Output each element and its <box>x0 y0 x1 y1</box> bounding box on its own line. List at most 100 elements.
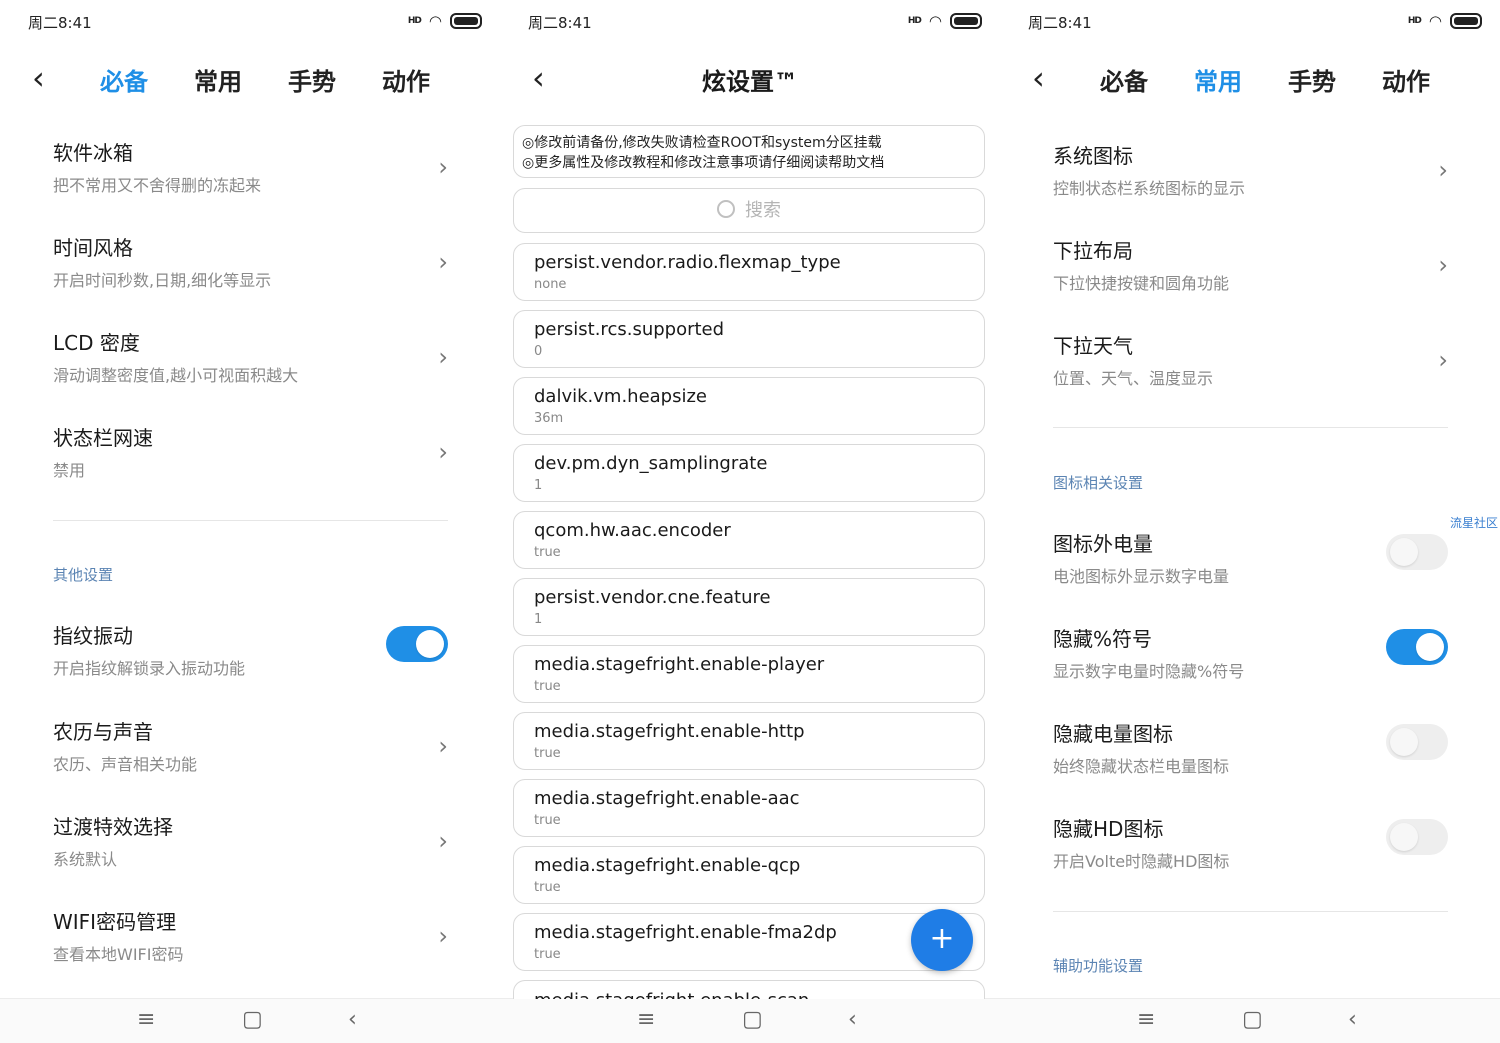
battery-outside-toggle[interactable] <box>1386 534 1448 570</box>
settings-item-wifi-passwords[interactable]: WIFI密码管理 查看本地WIFI密码 › <box>53 906 448 986</box>
signal-icon: HD <box>407 16 422 26</box>
prop-key: qcom.hw.aac.encoder <box>534 520 731 541</box>
section-header-icons: 图标相关设置 <box>1053 474 1144 492</box>
settings-item-transition-effect[interactable]: 过渡特效选择 系统默认 › <box>53 811 448 891</box>
navigation-bar: ≡ ▢ ‹ <box>0 998 500 1043</box>
chevron-right-icon: › <box>1438 156 1448 184</box>
prop-row[interactable]: qcom.hw.aac.encoder true <box>513 511 985 569</box>
hide-battery-icon-toggle[interactable] <box>1386 724 1448 760</box>
settings-item-net-speed[interactable]: 状态栏网速 禁用 › <box>53 422 448 502</box>
prop-value: true <box>534 813 561 828</box>
tab-actions[interactable]: 动作 <box>382 62 430 97</box>
navigation-bar: ≡ ▢ ‹ <box>1000 998 1500 1043</box>
clock: 周二8:41 <box>28 14 92 32</box>
chevron-right-icon: › <box>438 922 448 950</box>
home-icon[interactable]: ▢ <box>742 1007 763 1032</box>
home-icon[interactable]: ▢ <box>242 1007 263 1032</box>
item-subtitle: 开启指纹解锁录入振动功能 <box>53 659 246 678</box>
prop-value: true <box>534 880 561 895</box>
chevron-right-icon: › <box>1438 251 1448 279</box>
settings-item-time-style[interactable]: 时间风格 开启时间秒数,日期,细化等显示 › <box>53 232 448 312</box>
search-placeholder: 搜索 <box>745 200 781 221</box>
settings-item-hide-battery-icon[interactable]: 隐藏电量图标 始终隐藏状态栏电量图标 <box>1053 718 1448 798</box>
search-input[interactable]: 搜索 <box>513 188 985 233</box>
back-arrow-icon[interactable]: ‹ <box>32 62 45 94</box>
prop-key: persist.vendor.radio.flexmap_type <box>534 252 841 273</box>
prop-row[interactable]: dev.pm.dyn_samplingrate 1 <box>513 444 985 502</box>
prop-key: persist.rcs.supported <box>534 319 725 340</box>
chevron-right-icon: › <box>438 153 448 181</box>
fingerprint-vibration-toggle[interactable] <box>386 626 448 662</box>
wifi-icon: ◠ <box>428 12 442 30</box>
prop-row[interactable]: media.stagefright.enable-scan <box>513 980 985 999</box>
settings-item-lcd-density[interactable]: LCD 密度 滑动调整密度值,越小可视面积越大 › <box>53 327 448 407</box>
item-subtitle: 始终隐藏状态栏电量图标 <box>1053 757 1230 776</box>
prop-row[interactable]: dalvik.vm.heapsize 36m <box>513 377 985 435</box>
prop-row[interactable]: media.stagefright.enable-aac true <box>513 779 985 837</box>
item-title: 时间风格 <box>53 236 133 260</box>
item-subtitle: 把不常用又不舍得删的冻起来 <box>53 176 262 195</box>
prop-value: true <box>534 746 561 761</box>
home-icon[interactable]: ▢ <box>1242 1007 1263 1032</box>
settings-item-dropdown-layout[interactable]: 下拉布局 下拉快捷按键和圆角功能 › <box>1053 235 1448 315</box>
item-subtitle: 禁用 <box>53 461 86 480</box>
tab-gestures[interactable]: 手势 <box>288 62 336 97</box>
nav-back-icon[interactable]: ‹ <box>348 1007 357 1032</box>
notice-box: ◎修改前请备份,修改失败请检查ROOT和system分区挂载 ◎更多属性及修改教… <box>513 125 985 178</box>
settings-item-fingerprint-vibration[interactable]: 指纹振动 开启指纹解锁录入振动功能 <box>53 620 448 700</box>
tab-common[interactable]: 常用 <box>1194 62 1242 97</box>
prop-row[interactable]: media.stagefright.enable-qcp true <box>513 846 985 904</box>
prop-row[interactable]: persist.rcs.supported 0 <box>513 310 985 368</box>
item-subtitle: 控制状态栏系统图标的显示 <box>1053 179 1246 198</box>
search-icon <box>717 200 735 218</box>
prop-row[interactable]: media.stagefright.enable-player true <box>513 645 985 703</box>
recent-apps-icon[interactable]: ≡ <box>137 1007 155 1032</box>
add-property-button[interactable]: + <box>911 909 973 971</box>
item-subtitle: 农历、声音相关功能 <box>53 755 198 774</box>
settings-item-app-freezer[interactable]: 软件冰箱 把不常用又不舍得删的冻起来 › <box>53 137 448 217</box>
prop-row[interactable]: persist.vendor.cne.feature 1 <box>513 578 985 636</box>
nav-back-icon[interactable]: ‹ <box>848 1007 857 1032</box>
hide-percent-toggle[interactable] <box>1386 629 1448 665</box>
nav-back-icon[interactable]: ‹ <box>1348 1007 1357 1032</box>
prop-key: media.stagefright.enable-qcp <box>534 855 801 876</box>
wifi-icon: ◠ <box>928 12 942 30</box>
settings-item-battery-outside[interactable]: 图标外电量 电池图标外显示数字电量 <box>1053 528 1448 608</box>
item-title: 下拉布局 <box>1053 239 1133 263</box>
prop-row[interactable]: persist.vendor.radio.flexmap_type none <box>513 243 985 301</box>
settings-item-hide-hd-icon[interactable]: 隐藏HD图标 开启Volte时隐藏HD图标 <box>1053 813 1448 893</box>
tab-actions[interactable]: 动作 <box>1382 62 1430 97</box>
chevron-right-icon: › <box>438 248 448 276</box>
item-title: 软件冰箱 <box>53 141 133 165</box>
toggle-knob <box>416 630 444 658</box>
recent-apps-icon[interactable]: ≡ <box>1137 1007 1155 1032</box>
item-subtitle: 电池图标外显示数字电量 <box>1053 567 1230 586</box>
tab-gestures[interactable]: 手势 <box>1288 62 1336 97</box>
tab-essentials[interactable]: 必备 <box>100 62 148 97</box>
navigation-bar: ≡ ▢ ‹ <box>500 998 1000 1043</box>
prop-row[interactable]: media.stagefright.enable-http true <box>513 712 985 770</box>
tab-common[interactable]: 常用 <box>194 62 242 97</box>
page-title: 炫设置™ <box>702 68 798 96</box>
panel-common: 周二8:41 HD ◠ ‹ 必备 常用 手势 动作 系统图标 控制状态栏系统图标… <box>1000 0 1500 1043</box>
prop-key: media.stagefright.enable-http <box>534 721 805 742</box>
settings-item-hide-percent[interactable]: 隐藏%符号 显示数字电量时隐藏%符号 <box>1053 623 1448 703</box>
settings-item-lunar-sound[interactable]: 农历与声音 农历、声音相关功能 › <box>53 716 448 796</box>
toggle-knob <box>1390 823 1418 851</box>
settings-item-system-icons[interactable]: 系统图标 控制状态栏系统图标的显示 › <box>1053 140 1448 220</box>
header: ‹ 必备 常用 手势 动作 <box>0 56 500 104</box>
tab-bar: 必备 常用 手势 动作 <box>1100 62 1430 97</box>
hide-hd-icon-toggle[interactable] <box>1386 819 1448 855</box>
toggle-knob <box>1390 728 1418 756</box>
divider <box>1053 427 1448 428</box>
toggle-knob <box>1390 538 1418 566</box>
settings-item-dropdown-weather[interactable]: 下拉天气 位置、天气、温度显示 › <box>1053 330 1448 410</box>
status-bar: 周二8:41 HD ◠ <box>28 10 482 34</box>
recent-apps-icon[interactable]: ≡ <box>637 1007 655 1032</box>
item-subtitle: 显示数字电量时隐藏%符号 <box>1053 662 1245 681</box>
signal-icon: HD <box>1407 16 1422 26</box>
tab-essentials[interactable]: 必备 <box>1100 62 1148 97</box>
item-subtitle: 系统默认 <box>53 850 118 869</box>
item-title: 状态栏网速 <box>53 426 153 450</box>
back-arrow-icon[interactable]: ‹ <box>1032 62 1045 94</box>
